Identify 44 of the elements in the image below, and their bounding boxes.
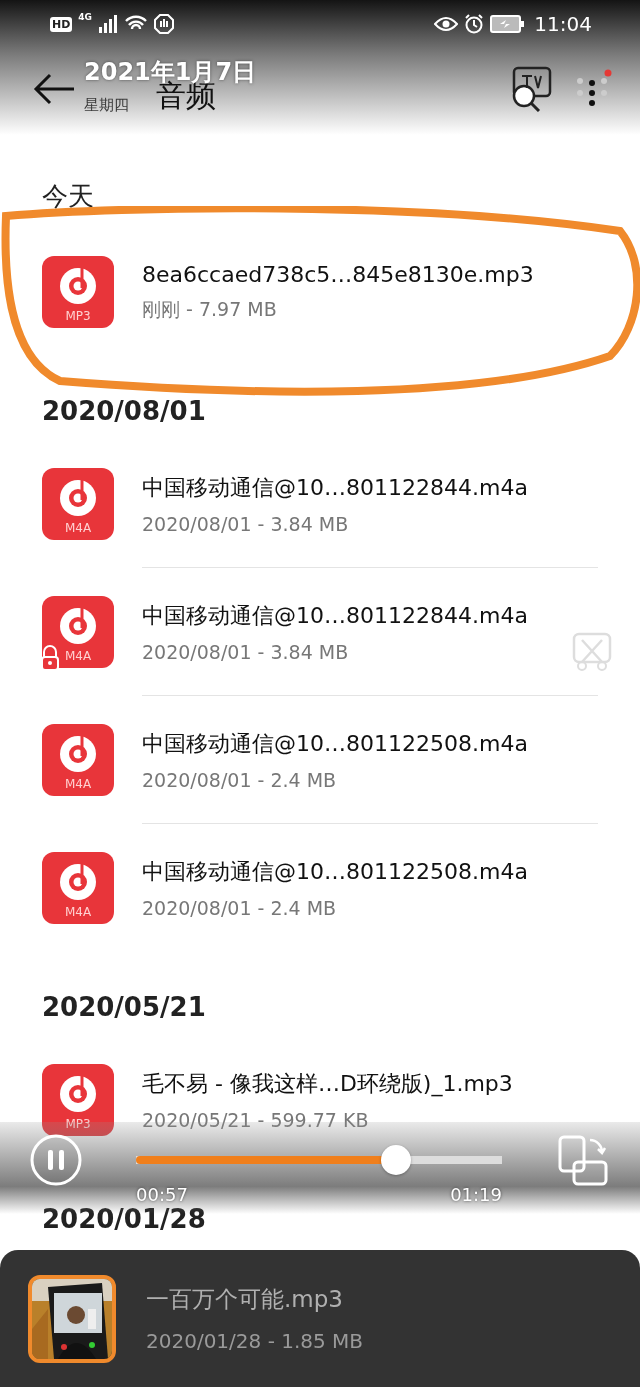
file-type-label: M4A xyxy=(63,905,93,919)
section-heading: 2020/01/28 xyxy=(42,1204,206,1234)
file-details: 2020/01/28 - 1.85 MB xyxy=(146,1329,364,1353)
file-type-label: M4A xyxy=(63,777,93,791)
file-name[interactable]: 中国移动通信@10…801122844.m4a xyxy=(142,472,598,503)
network-label: 4G xyxy=(78,12,92,22)
weekday-overlay: 星期四 xyxy=(84,96,129,115)
audio-file-icon xyxy=(42,724,114,796)
file-type-label: M4A xyxy=(63,649,93,663)
clock-time: 11:04 xyxy=(534,12,592,36)
audio-file-icon xyxy=(42,852,114,924)
file-details: 刚刚 - 7.97 MB xyxy=(142,296,278,322)
elapsed-time: 00:57 xyxy=(136,1184,188,1205)
file-details: 2020/08/01 - 3.84 MB xyxy=(142,512,350,535)
file-type-label: MP3 xyxy=(64,309,92,323)
section-heading: 今天 xyxy=(42,180,94,213)
file-name[interactable]: 中国移动通信@10…801122508.m4a xyxy=(142,857,598,887)
signal-icon xyxy=(98,15,118,33)
file-name[interactable]: 中国移动通信@10…801122844.m4a xyxy=(142,600,598,631)
file-type-label: MP3 xyxy=(64,1117,92,1131)
eye-icon xyxy=(434,16,459,32)
section-heading: 2020/05/21 xyxy=(42,992,206,1022)
pause-button[interactable] xyxy=(30,1134,82,1186)
file-name[interactable]: 中国移动通信@10…801122508.m4a xyxy=(142,728,598,759)
file-details: 2020/08/01 - 3.84 MB xyxy=(142,640,350,663)
file-name[interactable]: 一百万个可能.mp3 xyxy=(146,1284,364,1315)
total-time: 01:19 xyxy=(450,1184,502,1205)
alarm-icon xyxy=(464,14,485,34)
file-name[interactable]: 毛不易 - 像我这样…D环绕版)_1.mp3 xyxy=(142,1069,598,1099)
battery-icon xyxy=(490,15,525,33)
file-name[interactable]: 8ea6ccaed738c5…845e8130e.mp3 xyxy=(142,261,598,287)
file-type-label: M4A xyxy=(63,521,93,535)
section-heading: 2020/08/01 xyxy=(42,396,206,426)
audio-file-icon xyxy=(42,468,114,540)
file-details: 2020/05/21 - 599.77 KB xyxy=(142,1109,370,1131)
back-arrow-icon[interactable] xyxy=(32,71,76,107)
file-details: 2020/08/01 - 2.4 MB xyxy=(142,768,338,791)
file-details: 2020/08/01 - 2.4 MB xyxy=(142,897,338,919)
audio-file-icon xyxy=(42,256,114,328)
lock-icon xyxy=(40,645,60,671)
seek-handle[interactable] xyxy=(380,1145,411,1175)
audio-file-icon xyxy=(42,1064,114,1136)
audio-file-icon xyxy=(42,596,114,668)
rotate-screen-icon[interactable] xyxy=(556,1134,610,1188)
